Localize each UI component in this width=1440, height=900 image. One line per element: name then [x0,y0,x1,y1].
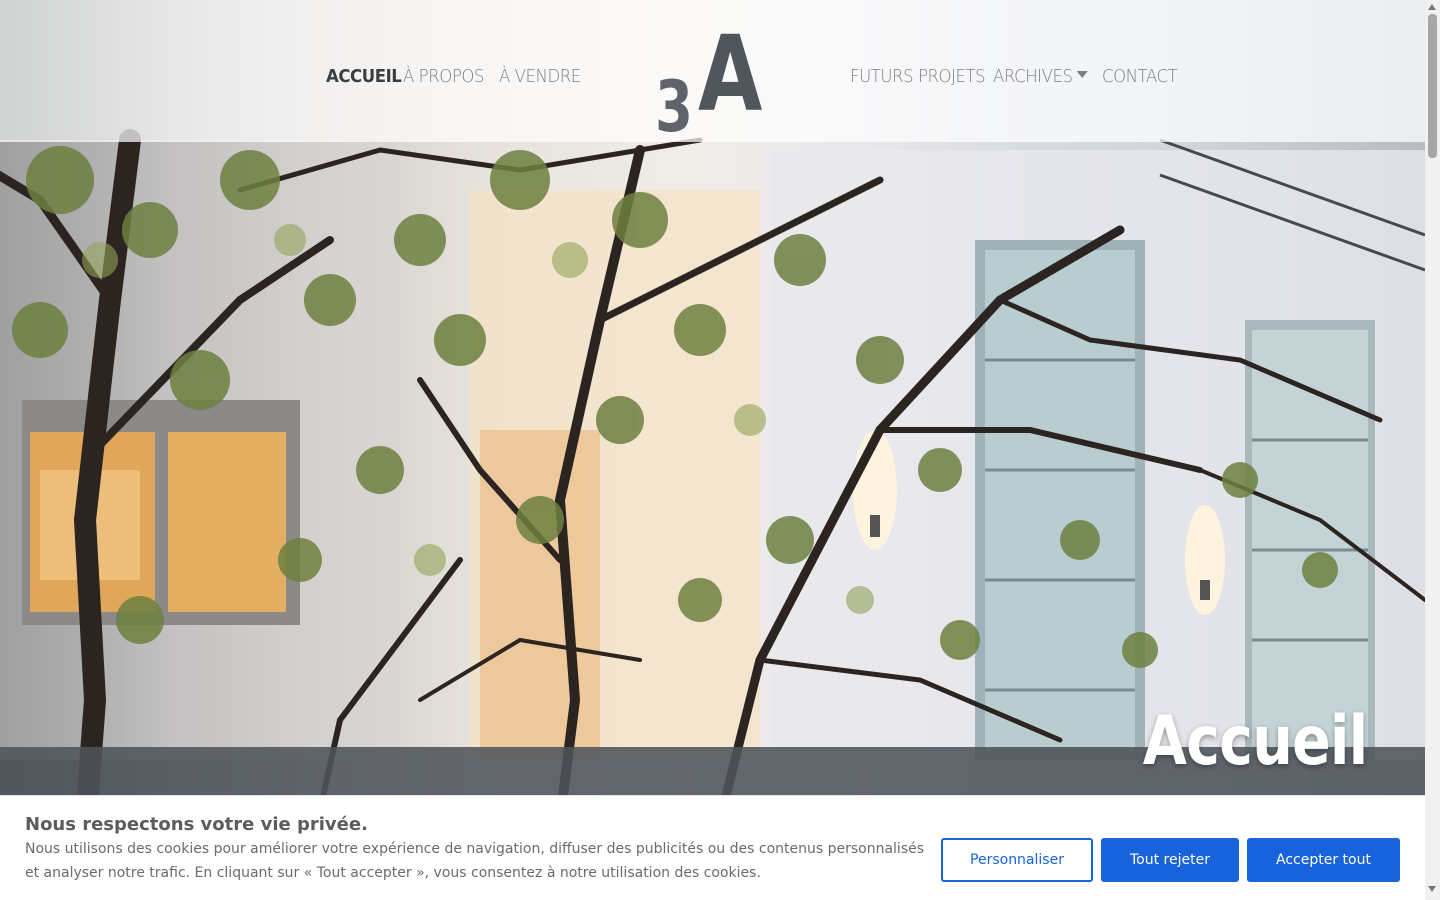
top-navigation-bar: Accueil À propos À vendre 3 A Futurs pro… [0,0,1425,142]
scroll-up-arrow-icon[interactable] [1428,4,1436,10]
nav-archives-label: Archives [993,66,1073,87]
cookie-description: Nous utilisons des cookies pour améliore… [25,841,925,881]
nav-link-contact[interactable]: Contact [1102,66,1178,94]
nav-link-futurs-projets[interactable]: Futurs projets [850,66,986,94]
cookie-title: Nous respectons votre vie privée. [25,814,368,835]
logo-three-glyph: 3 [655,66,694,148]
nav-link-accueil[interactable]: Accueil [326,66,402,94]
scroll-down-arrow-icon[interactable] [1428,886,1436,892]
scrollbar-thumb[interactable] [1428,14,1437,158]
site-logo[interactable]: 3 A [652,13,774,142]
customize-button[interactable]: Personnaliser [941,838,1093,882]
cookie-consent-banner: Nous respectons votre vie privée. Nous u… [0,795,1425,900]
vertical-scrollbar[interactable] [1425,0,1440,900]
chevron-down-icon [1077,71,1089,78]
page-title: Accueil [1142,702,1367,781]
nav-link-a-vendre[interactable]: À vendre [499,66,581,94]
accept-all-button[interactable]: Accepter tout [1247,838,1400,882]
nav-link-archives[interactable]: Archives [993,66,1089,94]
logo-a-glyph: A [698,13,763,135]
nav-link-a-propos[interactable]: À propos [403,66,484,94]
reject-all-button[interactable]: Tout rejeter [1101,838,1239,882]
